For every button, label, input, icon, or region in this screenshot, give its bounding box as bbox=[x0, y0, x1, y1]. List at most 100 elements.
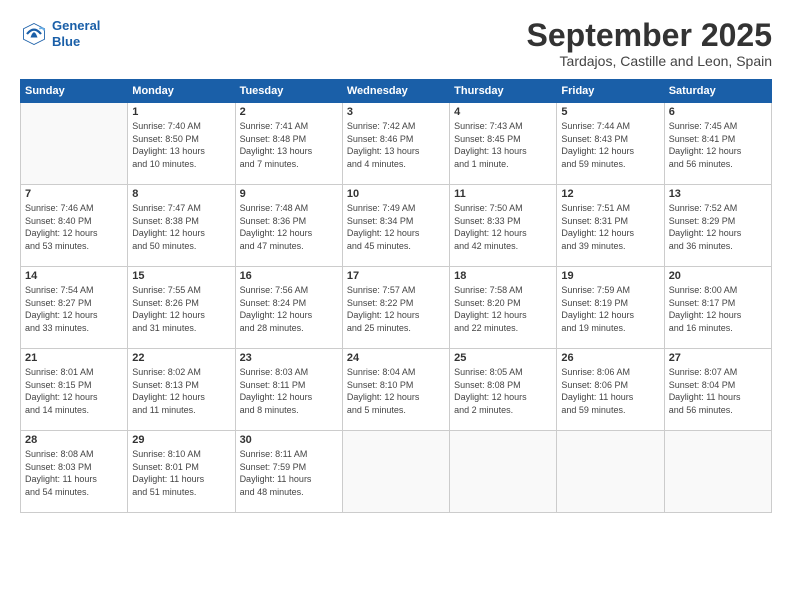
table-row: 19 Sunrise: 7:59 AM Sunset: 8:19 PM Dayli… bbox=[557, 267, 664, 349]
table-row: 23 Sunrise: 8:03 AM Sunset: 8:11 PM Dayli… bbox=[235, 349, 342, 431]
day-info: Sunrise: 8:03 AM Sunset: 8:11 PM Dayligh… bbox=[240, 366, 338, 416]
table-row: 11 Sunrise: 7:50 AM Sunset: 8:33 PM Dayli… bbox=[450, 185, 557, 267]
day-info: Sunrise: 8:07 AM Sunset: 8:04 PM Dayligh… bbox=[669, 366, 767, 416]
table-row: 26 Sunrise: 8:06 AM Sunset: 8:06 PM Dayli… bbox=[557, 349, 664, 431]
day-number: 18 bbox=[454, 270, 552, 282]
day-info: Sunrise: 7:57 AM Sunset: 8:22 PM Dayligh… bbox=[347, 284, 445, 334]
day-info: Sunrise: 7:49 AM Sunset: 8:34 PM Dayligh… bbox=[347, 202, 445, 252]
day-number: 17 bbox=[347, 270, 445, 282]
day-number: 19 bbox=[561, 270, 659, 282]
day-info: Sunrise: 8:02 AM Sunset: 8:13 PM Dayligh… bbox=[132, 366, 230, 416]
table-row: 25 Sunrise: 8:05 AM Sunset: 8:08 PM Dayli… bbox=[450, 349, 557, 431]
day-info: Sunrise: 7:46 AM Sunset: 8:40 PM Dayligh… bbox=[25, 202, 123, 252]
day-number: 16 bbox=[240, 270, 338, 282]
table-row: 21Sunrise: 8:01 AM Sunset: 8:15 PM Dayli… bbox=[21, 349, 128, 431]
day-number: 2 bbox=[240, 106, 338, 118]
table-row: 16Sunrise: 7:56 AM Sunset: 8:24 PM Dayli… bbox=[235, 267, 342, 349]
page: General Blue September 2025 Tardajos, Ca… bbox=[0, 0, 792, 612]
table-row: 15Sunrise: 7:55 AM Sunset: 8:26 PM Dayli… bbox=[128, 267, 235, 349]
day-info: Sunrise: 8:11 AM Sunset: 7:59 PM Dayligh… bbox=[240, 448, 338, 498]
table-row: 2 Sunrise: 7:41 AM Sunset: 8:48 PM Daylig… bbox=[235, 103, 342, 185]
day-number: 8 bbox=[132, 188, 230, 200]
day-number: 25 bbox=[454, 352, 552, 364]
day-number: 1 bbox=[132, 106, 230, 118]
title-block: September 2025 Tardajos, Castille and Le… bbox=[527, 18, 772, 69]
day-number: 5 bbox=[561, 106, 659, 118]
day-number: 23 bbox=[240, 352, 338, 364]
day-info: Sunrise: 7:42 AM Sunset: 8:46 PM Dayligh… bbox=[347, 120, 445, 170]
table-row bbox=[557, 431, 664, 513]
day-info: Sunrise: 7:50 AM Sunset: 8:33 PM Dayligh… bbox=[454, 202, 552, 252]
day-info: Sunrise: 8:10 AM Sunset: 8:01 PM Dayligh… bbox=[132, 448, 230, 498]
day-number: 10 bbox=[347, 188, 445, 200]
table-row: 18 Sunrise: 7:58 AM Sunset: 8:20 PM Dayli… bbox=[450, 267, 557, 349]
day-number: 3 bbox=[347, 106, 445, 118]
table-row: 30 Sunrise: 8:11 AM Sunset: 7:59 PM Dayli… bbox=[235, 431, 342, 513]
calendar-week-row: 7 Sunrise: 7:46 AM Sunset: 8:40 PM Daylig… bbox=[21, 185, 772, 267]
day-info: Sunrise: 7:43 AM Sunset: 8:45 PM Dayligh… bbox=[454, 120, 552, 170]
day-info: Sunrise: 7:48 AM Sunset: 8:36 PM Dayligh… bbox=[240, 202, 338, 252]
table-row: 12Sunrise: 7:51 AM Sunset: 8:31 PM Dayli… bbox=[557, 185, 664, 267]
day-number: 6 bbox=[669, 106, 767, 118]
table-row: 27 Sunrise: 8:07 AM Sunset: 8:04 PM Dayli… bbox=[664, 349, 771, 431]
day-info: Sunrise: 7:58 AM Sunset: 8:20 PM Dayligh… bbox=[454, 284, 552, 334]
table-row: 1 Sunrise: 7:40 AM Sunset: 8:50 PM Daylig… bbox=[128, 103, 235, 185]
day-info: Sunrise: 7:41 AM Sunset: 8:48 PM Dayligh… bbox=[240, 120, 338, 170]
table-row: 24Sunrise: 8:04 AM Sunset: 8:10 PM Dayli… bbox=[342, 349, 449, 431]
day-number: 20 bbox=[669, 270, 767, 282]
day-number: 26 bbox=[561, 352, 659, 364]
day-info: Sunrise: 7:45 AM Sunset: 8:41 PM Dayligh… bbox=[669, 120, 767, 170]
day-info: Sunrise: 8:01 AM Sunset: 8:15 PM Dayligh… bbox=[25, 366, 123, 416]
table-row: 5Sunrise: 7:44 AM Sunset: 8:43 PM Daylig… bbox=[557, 103, 664, 185]
day-info: Sunrise: 8:00 AM Sunset: 8:17 PM Dayligh… bbox=[669, 284, 767, 334]
col-sunday: Sunday bbox=[21, 80, 128, 103]
day-number: 30 bbox=[240, 434, 338, 446]
table-row: 20 Sunrise: 8:00 AM Sunset: 8:17 PM Dayli… bbox=[664, 267, 771, 349]
day-info: Sunrise: 8:06 AM Sunset: 8:06 PM Dayligh… bbox=[561, 366, 659, 416]
col-monday: Monday bbox=[128, 80, 235, 103]
table-row: 10 Sunrise: 7:49 AM Sunset: 8:34 PM Dayli… bbox=[342, 185, 449, 267]
month-title: September 2025 bbox=[527, 18, 772, 53]
day-number: 13 bbox=[669, 188, 767, 200]
calendar-week-row: 1 Sunrise: 7:40 AM Sunset: 8:50 PM Daylig… bbox=[21, 103, 772, 185]
table-row bbox=[21, 103, 128, 185]
col-tuesday: Tuesday bbox=[235, 80, 342, 103]
calendar-table: Sunday Monday Tuesday Wednesday Thursday… bbox=[20, 79, 772, 513]
table-row: 22 Sunrise: 8:02 AM Sunset: 8:13 PM Dayli… bbox=[128, 349, 235, 431]
table-row: 6 Sunrise: 7:45 AM Sunset: 8:41 PM Daylig… bbox=[664, 103, 771, 185]
day-number: 11 bbox=[454, 188, 552, 200]
day-info: Sunrise: 7:55 AM Sunset: 8:26 PM Dayligh… bbox=[132, 284, 230, 334]
col-wednesday: Wednesday bbox=[342, 80, 449, 103]
day-info: Sunrise: 7:40 AM Sunset: 8:50 PM Dayligh… bbox=[132, 120, 230, 170]
col-thursday: Thursday bbox=[450, 80, 557, 103]
calendar-week-row: 28Sunrise: 8:08 AM Sunset: 8:03 PM Dayli… bbox=[21, 431, 772, 513]
day-info: Sunrise: 7:51 AM Sunset: 8:31 PM Dayligh… bbox=[561, 202, 659, 252]
day-info: Sunrise: 8:05 AM Sunset: 8:08 PM Dayligh… bbox=[454, 366, 552, 416]
table-row: 14Sunrise: 7:54 AM Sunset: 8:27 PM Dayli… bbox=[21, 267, 128, 349]
day-number: 24 bbox=[347, 352, 445, 364]
day-number: 4 bbox=[454, 106, 552, 118]
day-number: 7 bbox=[25, 188, 123, 200]
table-row: 13Sunrise: 7:52 AM Sunset: 8:29 PM Dayli… bbox=[664, 185, 771, 267]
calendar-week-row: 21Sunrise: 8:01 AM Sunset: 8:15 PM Dayli… bbox=[21, 349, 772, 431]
col-friday: Friday bbox=[557, 80, 664, 103]
day-number: 27 bbox=[669, 352, 767, 364]
day-number: 28 bbox=[25, 434, 123, 446]
logo-line1: General bbox=[52, 18, 100, 33]
col-saturday: Saturday bbox=[664, 80, 771, 103]
table-row: 29Sunrise: 8:10 AM Sunset: 8:01 PM Dayli… bbox=[128, 431, 235, 513]
table-row: 7 Sunrise: 7:46 AM Sunset: 8:40 PM Daylig… bbox=[21, 185, 128, 267]
table-row: 17 Sunrise: 7:57 AM Sunset: 8:22 PM Dayli… bbox=[342, 267, 449, 349]
day-number: 22 bbox=[132, 352, 230, 364]
table-row bbox=[450, 431, 557, 513]
table-row bbox=[342, 431, 449, 513]
calendar-header-row: Sunday Monday Tuesday Wednesday Thursday… bbox=[21, 80, 772, 103]
day-info: Sunrise: 7:59 AM Sunset: 8:19 PM Dayligh… bbox=[561, 284, 659, 334]
logo-icon bbox=[20, 20, 48, 48]
logo-text: General Blue bbox=[52, 18, 100, 49]
day-number: 9 bbox=[240, 188, 338, 200]
table-row: 4 Sunrise: 7:43 AM Sunset: 8:45 PM Daylig… bbox=[450, 103, 557, 185]
table-row: 9 Sunrise: 7:48 AM Sunset: 8:36 PM Daylig… bbox=[235, 185, 342, 267]
location: Tardajos, Castille and Leon, Spain bbox=[527, 53, 772, 69]
day-info: Sunrise: 7:47 AM Sunset: 8:38 PM Dayligh… bbox=[132, 202, 230, 252]
